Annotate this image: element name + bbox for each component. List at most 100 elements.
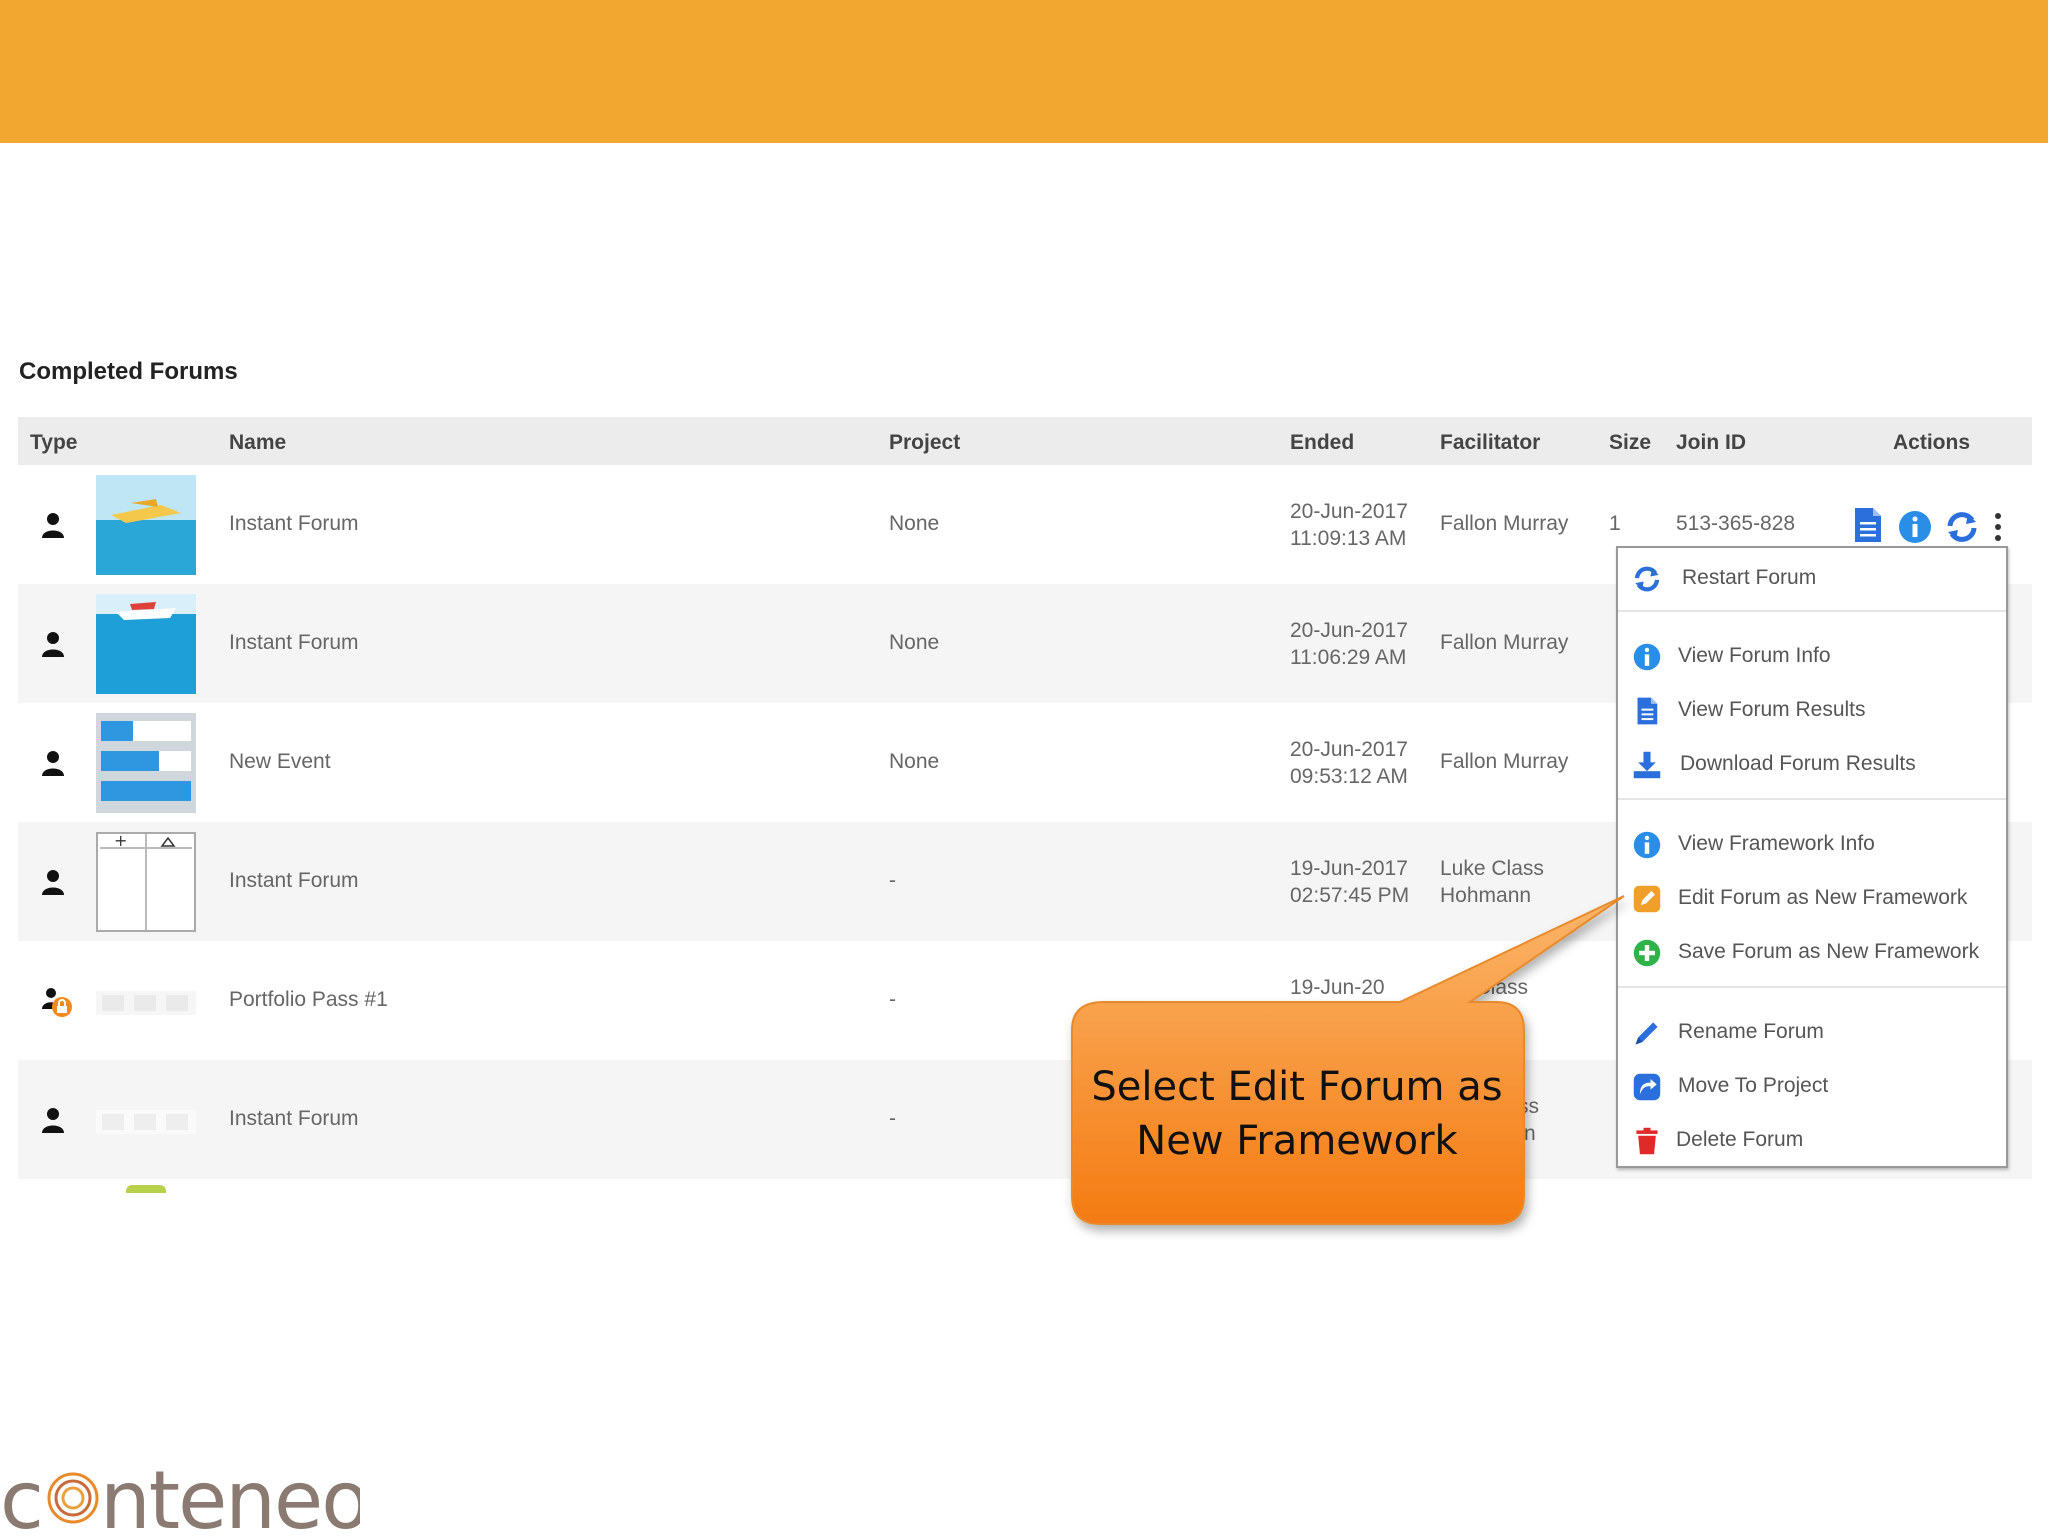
menu-item-label: Restart Forum — [1682, 566, 1817, 589]
forum-name[interactable]: Portfolio Pass #1 — [229, 988, 388, 1012]
forum-facilitator: Luke Class Hohmann — [1440, 855, 1544, 909]
forum-ended: 19-Jun-20 — [1290, 974, 1385, 1001]
menu-item-label: Rename Forum — [1678, 1020, 1824, 1043]
forum-facilitator: Fallon Murray — [1440, 631, 1569, 654]
forum-thumbnail[interactable]: + — [96, 832, 196, 932]
menu-item-label: Move To Project — [1678, 1074, 1829, 1097]
ended-date: 20-Jun-2017 — [1290, 738, 1408, 761]
menu-item-delete-forum[interactable]: Delete Forum — [1618, 1115, 2006, 1165]
ended-time: 09:53:12 AM — [1290, 765, 1408, 788]
group-locked-icon — [42, 988, 72, 1017]
forum-project: None — [889, 512, 940, 535]
user-icon — [42, 513, 64, 538]
forum-ended: 20-Jun-2017 11:09:13 AM — [1290, 498, 1408, 552]
info-icon — [1633, 831, 1661, 859]
menu-item-label: Edit Forum as New Framework — [1678, 886, 1968, 909]
svg-text:+: + — [114, 832, 127, 850]
forum-name[interactable]: Instant Forum — [229, 512, 359, 536]
more-options-icon[interactable] — [1994, 512, 2002, 542]
menu-item-edit-forum-as-new-framework[interactable]: Edit Forum as New Framework — [1618, 873, 2006, 923]
menu-item-label: Download Forum Results — [1680, 752, 1916, 775]
forum-project: - — [889, 1107, 896, 1130]
forum-name[interactable]: Instant Forum — [229, 869, 359, 893]
forum-facilitator: Fallon Murray — [1440, 750, 1569, 773]
column-header-actions: Actions — [1893, 431, 1971, 454]
forum-name[interactable]: Instant Forum — [229, 1107, 359, 1131]
menu-divider — [1618, 798, 2006, 800]
user-icon — [42, 1108, 64, 1133]
menu-item-download-forum-results[interactable]: Download Forum Results — [1618, 739, 2006, 789]
refresh-icon[interactable] — [1944, 510, 1980, 544]
column-header-ended[interactable]: Ended — [1290, 431, 1354, 455]
ended-time: 11:06:29 AM — [1290, 646, 1407, 669]
menu-item-view-framework-info[interactable]: View Framework Info — [1618, 819, 2006, 869]
edit-icon — [1633, 885, 1661, 913]
info-icon — [1633, 643, 1661, 671]
download-icon — [1633, 751, 1661, 779]
forum-thumbnail[interactable] — [96, 475, 196, 575]
facilitator-last-name: Hohmann — [1440, 884, 1532, 907]
user-icon — [42, 632, 64, 657]
callout-line-2: New Framework — [1136, 1118, 1458, 1164]
menu-item-save-forum-as-new-framework[interactable]: Save Forum as New Framework — [1618, 927, 2006, 977]
forum-project: - — [889, 869, 896, 892]
table-header: Type Name Project Ended Facilitator Size… — [18, 417, 2032, 465]
actions-dropdown-menu: Restart Forum View Forum Info View Forum… — [1616, 546, 2008, 1168]
facilitator-first-name: e Class — [1458, 976, 1529, 999]
ended-date: 19-Jun-2017 — [1290, 857, 1408, 880]
forum-size: 1 — [1609, 512, 1621, 535]
forum-ended: 20-Jun-2017 09:53:12 AM — [1290, 736, 1408, 790]
info-icon[interactable] — [1898, 510, 1932, 544]
menu-item-label: View Framework Info — [1678, 832, 1875, 855]
ended-date: 20-Jun-2017 — [1290, 500, 1408, 523]
forum-project: - — [889, 988, 896, 1011]
forum-name[interactable]: New Event — [229, 750, 331, 774]
facilitator-first-name: Luke Class — [1440, 857, 1544, 880]
row-actions — [1834, 506, 2014, 546]
menu-item-view-forum-info[interactable]: View Forum Info — [1618, 631, 2006, 681]
user-icon — [42, 751, 64, 776]
column-header-project[interactable]: Project — [889, 431, 960, 455]
menu-item-label: View Forum Results — [1678, 698, 1866, 721]
menu-item-rename-forum[interactable]: Rename Forum — [1618, 1007, 2006, 1057]
forum-thumbnail[interactable] — [96, 1070, 196, 1170]
menu-item-label: View Forum Info — [1678, 644, 1831, 667]
svg-text:nteneo: nteneo — [100, 1456, 360, 1536]
menu-item-view-forum-results[interactable]: View Forum Results — [1618, 685, 2006, 735]
table-row-partial — [96, 1179, 196, 1193]
menu-item-label: Delete Forum — [1676, 1128, 1804, 1151]
svg-text:c: c — [0, 1456, 42, 1536]
forum-ended: 19-Jun-2017 02:57:45 PM — [1290, 855, 1409, 909]
menu-item-move-to-project[interactable]: Move To Project — [1618, 1061, 2006, 1111]
ended-date: 20-Jun-2017 — [1290, 619, 1408, 642]
forum-project: None — [889, 631, 940, 654]
column-header-join-id[interactable]: Join ID — [1676, 431, 1746, 455]
forum-facilitator: Fallon Murray — [1440, 512, 1569, 535]
callout-line-1: Select Edit Forum as — [1091, 1064, 1503, 1110]
menu-divider — [1618, 986, 2006, 988]
forum-thumbnail[interactable] — [96, 594, 196, 694]
forum-ended: 20-Jun-2017 11:06:29 AM — [1290, 617, 1408, 671]
pencil-icon — [1635, 1022, 1658, 1045]
slide-header-bar — [0, 0, 2048, 143]
move-icon — [1633, 1073, 1661, 1101]
ended-time: 02:57:45 PM — [1290, 884, 1410, 907]
column-header-name[interactable]: Name — [229, 431, 286, 455]
menu-divider — [1618, 610, 2006, 612]
column-header-type[interactable]: Type — [30, 431, 77, 455]
forum-thumbnail[interactable] — [96, 713, 196, 813]
ended-time: 11:09:13 AM — [1290, 527, 1407, 550]
forum-name[interactable]: Instant Forum — [229, 631, 359, 655]
column-header-facilitator[interactable]: Facilitator — [1440, 431, 1540, 455]
column-header-size[interactable]: Size — [1609, 431, 1651, 455]
menu-item-restart-forum[interactable]: Restart Forum — [1618, 553, 2006, 603]
forum-thumbnail[interactable] — [96, 951, 196, 1051]
user-icon — [42, 870, 64, 895]
refresh-icon — [1634, 566, 1660, 592]
trash-icon — [1636, 1127, 1658, 1155]
document-icon[interactable] — [1853, 506, 1883, 544]
plus-circle-icon — [1633, 939, 1661, 967]
callout-text: Select Edit Forum as New Framework — [1072, 1004, 1522, 1224]
section-title: Completed Forums — [19, 358, 238, 385]
ended-date: 19-Jun-20 — [1290, 976, 1385, 999]
